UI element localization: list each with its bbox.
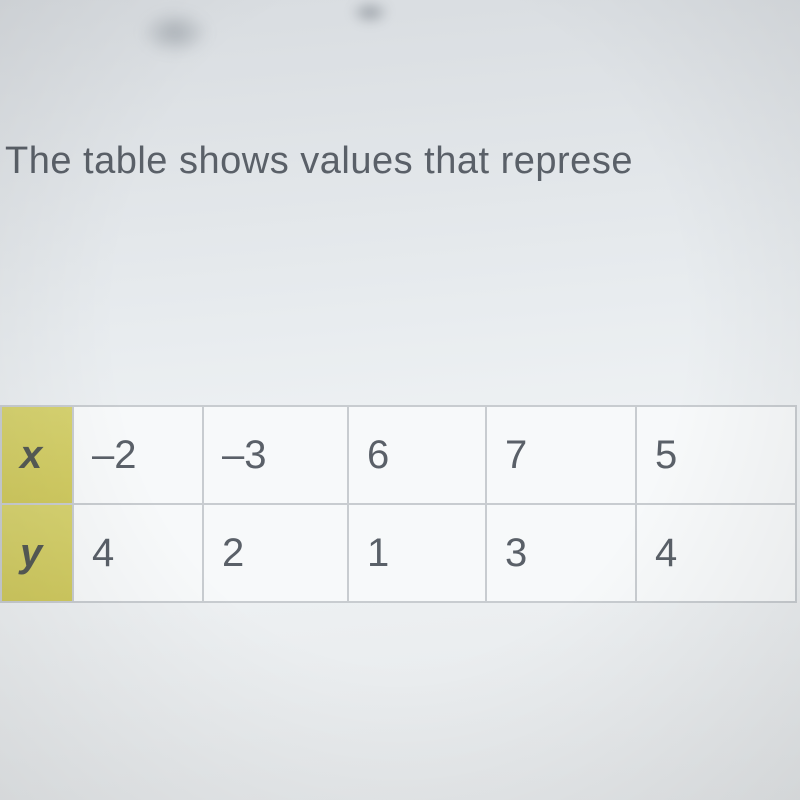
cell: 3 bbox=[486, 504, 636, 602]
cell: –2 bbox=[73, 406, 203, 504]
cell: 2 bbox=[203, 504, 348, 602]
cell: –3 bbox=[203, 406, 348, 504]
cell: 7 bbox=[486, 406, 636, 504]
row-header-x: x bbox=[1, 406, 73, 504]
cell: 1 bbox=[348, 504, 486, 602]
cell: 4 bbox=[636, 504, 796, 602]
data-table: x –2 –3 6 7 5 y 4 2 1 3 4 bbox=[0, 405, 800, 603]
question-text: The table shows values that represe bbox=[5, 140, 633, 183]
cell: 4 bbox=[73, 504, 203, 602]
table-row: x –2 –3 6 7 5 bbox=[1, 406, 796, 504]
cell: 5 bbox=[636, 406, 796, 504]
row-header-y: y bbox=[1, 504, 73, 602]
table-row: y 4 2 1 3 4 bbox=[1, 504, 796, 602]
cell: 6 bbox=[348, 406, 486, 504]
